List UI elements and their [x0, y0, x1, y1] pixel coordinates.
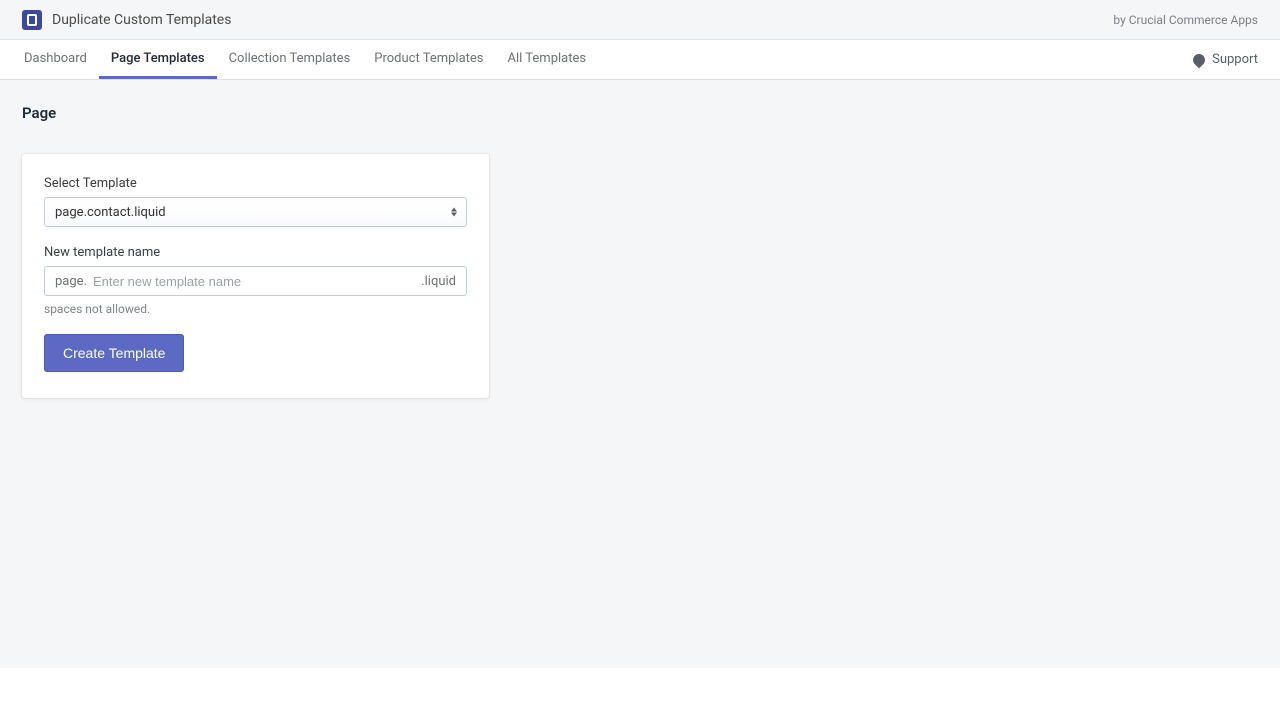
support-link[interactable]: Support — [1182, 52, 1268, 67]
page-title: Page — [22, 104, 1258, 122]
tab-label: Page Templates — [111, 51, 205, 66]
template-name-suffix: .liquid — [421, 274, 456, 289]
chat-icon — [1191, 51, 1208, 68]
vendor-label: by Crucial Commerce Apps — [1113, 13, 1258, 27]
tab-dashboard[interactable]: Dashboard — [12, 40, 99, 79]
tab-label: All Templates — [508, 51, 587, 66]
tab-all-templates[interactable]: All Templates — [496, 40, 599, 79]
template-name-input[interactable] — [87, 267, 421, 295]
tab-label: Collection Templates — [229, 51, 351, 66]
template-name-label: New template name — [44, 245, 467, 260]
support-label: Support — [1212, 52, 1258, 67]
select-template-value: page.contact.liquid — [55, 205, 166, 220]
topbar: Duplicate Custom Templates by Crucial Co… — [0, 0, 1280, 40]
tab-product-templates[interactable]: Product Templates — [362, 40, 495, 79]
create-template-button-label: Create Template — [63, 345, 165, 361]
create-template-card: Select Template page.contact.liquid New … — [22, 154, 489, 398]
topbar-left: Duplicate Custom Templates — [22, 10, 231, 30]
template-name-field-wrap: page. .liquid — [44, 266, 467, 296]
bottom-strip — [0, 668, 1280, 720]
tab-collection-templates[interactable]: Collection Templates — [217, 40, 363, 79]
app-title: Duplicate Custom Templates — [52, 12, 231, 28]
nav-tabs: Dashboard Page Templates Collection Temp… — [12, 40, 598, 79]
create-template-button[interactable]: Create Template — [44, 334, 184, 372]
tab-page-templates[interactable]: Page Templates — [99, 40, 217, 79]
select-template-label: Select Template — [44, 176, 467, 191]
tab-label: Dashboard — [24, 51, 87, 66]
select-template-group: Select Template page.contact.liquid — [44, 176, 467, 227]
page-area: Page Select Template page.contact.liquid… — [0, 80, 1280, 422]
navbar: Dashboard Page Templates Collection Temp… — [0, 40, 1280, 80]
template-name-prefix: page. — [55, 274, 87, 289]
app-logo-icon — [22, 10, 42, 30]
select-template-field[interactable]: page.contact.liquid — [44, 197, 467, 227]
tab-label: Product Templates — [374, 51, 483, 66]
template-name-group: New template name page. .liquid spaces n… — [44, 245, 467, 316]
template-name-help: spaces not allowed. — [44, 302, 467, 316]
